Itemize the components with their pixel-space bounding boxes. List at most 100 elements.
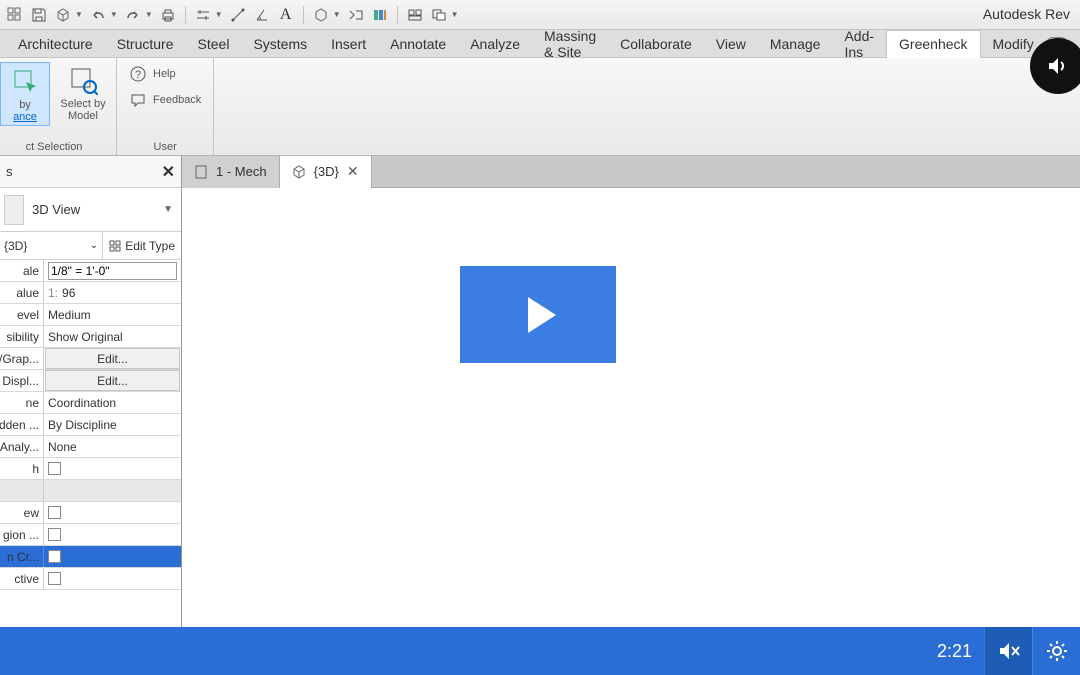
property-value[interactable] [44,524,181,545]
property-value[interactable]: Show Original [44,326,181,347]
cube-icon[interactable] [54,6,72,24]
ribbon-tab-structure[interactable]: Structure [105,30,186,58]
checkbox[interactable] [48,506,61,519]
dropdown-icon[interactable]: ▼ [333,10,341,19]
feedback-button[interactable]: Feedback [125,88,205,112]
video-play-button[interactable] [460,266,616,363]
button-label: by [19,99,31,111]
dropdown-icon[interactable]: ▼ [451,10,459,19]
property-value[interactable] [44,568,181,589]
property-row: gion ... [0,524,181,546]
angle-icon[interactable] [253,6,271,24]
ribbon-tab-collaborate[interactable]: Collaborate [608,30,704,58]
print-icon[interactable] [159,6,177,24]
property-value[interactable]: 1:96 [44,282,181,303]
chevron-down-icon[interactable]: ▼ [159,204,177,215]
mute-button[interactable] [984,627,1032,675]
property-value[interactable] [44,546,181,567]
view3d-icon[interactable] [312,6,330,24]
settings-button[interactable] [1032,627,1080,675]
property-row: h [0,458,181,480]
save-icon[interactable] [30,6,48,24]
edit-type-button[interactable]: Edit Type [103,232,181,259]
ribbon-tab-annotate[interactable]: Annotate [378,30,458,58]
select-by-model-button[interactable]: Select by Model [58,62,108,124]
undo-icon[interactable] [89,6,107,24]
property-key: alue [0,282,44,303]
property-key: gion ... [0,524,44,545]
document-tab[interactable]: 1 - Mech [182,156,280,188]
property-value[interactable] [44,458,181,479]
property-key: y/Grap... [0,348,44,369]
ribbon-tab-greenheck[interactable]: Greenheck [886,30,980,58]
ribbon-tab-add-ins[interactable]: Add-Ins [832,30,886,58]
property-key: evel [0,304,44,325]
dropdown-icon[interactable]: ▼ [145,10,153,19]
select-by-instance-button[interactable]: by ance [0,62,50,126]
help-button[interactable]: ? Help [125,62,205,86]
sound-badge[interactable] [1030,38,1080,94]
property-value[interactable]: Medium [44,304,181,325]
quick-access-toolbar: ▼ ▼ ▼ ▼ A ▼ ▼ Autodesk Rev [0,0,1080,30]
help-icon: ? [129,65,147,83]
feedback-label: Feedback [153,94,201,106]
close-icon[interactable]: ✕ [162,162,175,182]
checkbox[interactable] [48,572,61,585]
property-key: sibility [0,326,44,347]
redo-icon[interactable] [124,6,142,24]
ribbon-tab-steel[interactable]: Steel [186,30,242,58]
drawing-canvas[interactable] [182,188,1080,627]
property-row: Displ...Edit... [0,370,181,392]
edit-type-icon [109,240,121,252]
checkbox[interactable] [48,550,61,563]
button-label2: ance [13,111,37,123]
property-row: evelMedium [0,304,181,326]
property-value[interactable]: Edit... [45,348,180,369]
feedback-icon [129,91,147,109]
chevron-down-icon[interactable]: ⌄ [90,240,98,251]
separator [303,6,304,24]
document-tab[interactable]: {3D}✕ [280,156,372,188]
property-row: alue1:96 [0,282,181,304]
thinlines-icon[interactable] [347,6,365,24]
dropdown-icon[interactable]: ▼ [75,10,83,19]
help-label: Help [153,68,176,80]
ribbon-tab-analyze[interactable]: Analyze [458,30,532,58]
type-selector[interactable]: 3D View ▼ [0,188,181,232]
dropdown-icon[interactable]: ▼ [110,10,118,19]
property-value[interactable] [44,502,181,523]
ribbon-tab-view[interactable]: View [704,30,758,58]
close-icon[interactable]: ✕ [347,163,359,180]
property-value[interactable] [44,260,181,281]
filter-icon[interactable] [371,6,389,24]
svg-text:?: ? [135,69,141,81]
workspace: s ✕ 3D View ▼ {3D} ⌄ Edit Type alealue1:… [0,156,1080,627]
checkbox[interactable] [48,528,61,541]
property-row: Analy...None [0,436,181,458]
ribbon-tab-manage[interactable]: Manage [758,30,833,58]
properties-panel: s ✕ 3D View ▼ {3D} ⌄ Edit Type alealue1:… [0,156,182,627]
property-key [0,480,44,501]
property-row [0,480,181,502]
switch-window-icon[interactable] [430,6,448,24]
align-icon[interactable] [194,6,212,24]
qat-grid-icon[interactable] [6,6,24,24]
instance-selector[interactable]: {3D} ⌄ [0,232,103,259]
measure-icon[interactable] [229,6,247,24]
property-value[interactable]: None [44,436,181,457]
property-value[interactable]: By Discipline [44,414,181,435]
property-value[interactable]: Edit... [45,370,180,391]
ribbon-tab-architecture[interactable]: Architecture [6,30,105,58]
close-hidden-icon[interactable] [406,6,424,24]
ribbon-tab-insert[interactable]: Insert [319,30,378,58]
speaker-icon [1046,54,1070,78]
ribbon-tab-systems[interactable]: Systems [241,30,319,58]
dropdown-icon[interactable]: ▼ [215,10,223,19]
property-row: neCoordination [0,392,181,414]
checkbox[interactable] [48,462,61,475]
property-key: ctive [0,568,44,589]
property-input[interactable] [48,262,177,280]
text-icon[interactable]: A [277,6,295,24]
property-value[interactable]: Coordination [44,392,181,413]
ribbon-tab-massing-site[interactable]: Massing & Site [532,30,608,58]
